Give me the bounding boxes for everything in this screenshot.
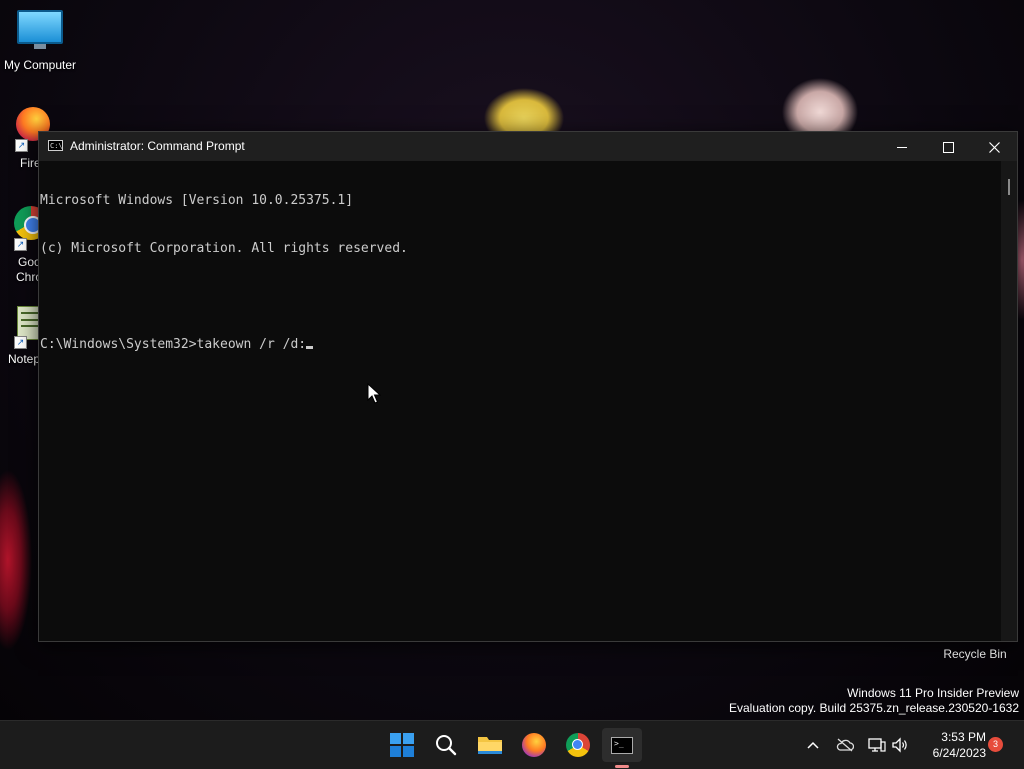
desktop-background: My Computer ↗ Fire ↗ Goo Chro ↗ Notep C:… xyxy=(0,0,1024,720)
monitor-icon xyxy=(17,10,63,49)
text-cursor xyxy=(306,346,314,349)
vertical-scrollbar[interactable] xyxy=(1001,161,1017,641)
scrollbar-thumb[interactable] xyxy=(1008,179,1010,195)
clock-date: 6/24/2023 xyxy=(932,746,986,760)
watermark-line: Evaluation copy. Build 25375.zn_release.… xyxy=(729,701,1019,715)
onedrive-button[interactable] xyxy=(834,734,856,756)
close-icon xyxy=(988,141,1000,153)
search-icon xyxy=(436,735,457,756)
firefox-taskbar-button[interactable] xyxy=(514,728,554,762)
taskbar-clock[interactable]: 3:53 PM 6/24/2023 xyxy=(914,729,986,761)
windows-watermark: Windows 11 Pro Insider Preview Evaluatio… xyxy=(729,686,1019,716)
console-line: Microsoft Windows [Version 10.0.25375.1] xyxy=(40,193,354,208)
notification-badge[interactable]: 3 xyxy=(988,737,1003,752)
console-prompt-line[interactable]: C:\Windows\System32>takeown /r /d: xyxy=(40,337,1000,353)
close-button[interactable] xyxy=(971,132,1017,161)
command-prompt-icon: C:\ xyxy=(48,140,63,151)
chevron-up-icon xyxy=(807,741,819,749)
network-icon xyxy=(868,738,886,752)
maximize-icon xyxy=(942,141,954,153)
desktop-icon-my-computer[interactable]: My Computer xyxy=(0,10,80,72)
folder-icon xyxy=(478,737,502,754)
desktop-icon-label: My Computer xyxy=(3,58,77,72)
network-button[interactable] xyxy=(866,734,888,756)
command-prompt-taskbar-button[interactable]: >_ xyxy=(602,728,642,768)
maximize-button[interactable] xyxy=(925,132,971,161)
shortcut-arrow-icon: ↗ xyxy=(14,238,27,251)
console-prompt-text: C:\Windows\System32>takeown /r /d: xyxy=(40,337,307,352)
recycle-bin-label[interactable]: Recycle Bin xyxy=(930,647,1020,661)
cloud-offline-icon xyxy=(836,738,854,752)
file-explorer-button[interactable] xyxy=(470,728,510,762)
mouse-pointer-icon xyxy=(367,383,381,404)
console-output[interactable]: Microsoft Windows [Version 10.0.25375.1]… xyxy=(39,161,1000,641)
firefox-icon xyxy=(522,733,546,757)
window-title: Administrator: Command Prompt xyxy=(70,139,245,153)
watermark-line: Windows 11 Pro Insider Preview xyxy=(847,686,1019,700)
chrome-taskbar-button[interactable] xyxy=(558,728,598,762)
shortcut-arrow-icon: ↗ xyxy=(14,336,27,349)
start-button[interactable] xyxy=(382,728,422,762)
command-prompt-window[interactable]: C:\ Administrator: Command Prompt Micros… xyxy=(38,131,1018,642)
minimize-icon xyxy=(897,146,907,148)
command-prompt-icon: >_ xyxy=(611,736,633,754)
speaker-icon xyxy=(892,737,907,753)
clock-time: 3:53 PM xyxy=(941,730,986,744)
windows-start-icon xyxy=(390,733,414,757)
taskbar: >_ 3:53 PM 6/24/2023 3 xyxy=(0,720,1024,769)
desktop-icon-label: Notep xyxy=(8,352,41,366)
show-hidden-icons-button[interactable] xyxy=(802,734,824,756)
console-line: (c) Microsoft Corporation. All rights re… xyxy=(40,241,408,256)
search-button[interactable] xyxy=(426,728,466,762)
chrome-icon xyxy=(566,733,590,757)
shortcut-arrow-icon: ↗ xyxy=(15,139,28,152)
window-titlebar[interactable]: C:\ Administrator: Command Prompt xyxy=(39,132,1017,161)
volume-button[interactable] xyxy=(889,734,911,756)
minimize-button[interactable] xyxy=(879,132,925,161)
